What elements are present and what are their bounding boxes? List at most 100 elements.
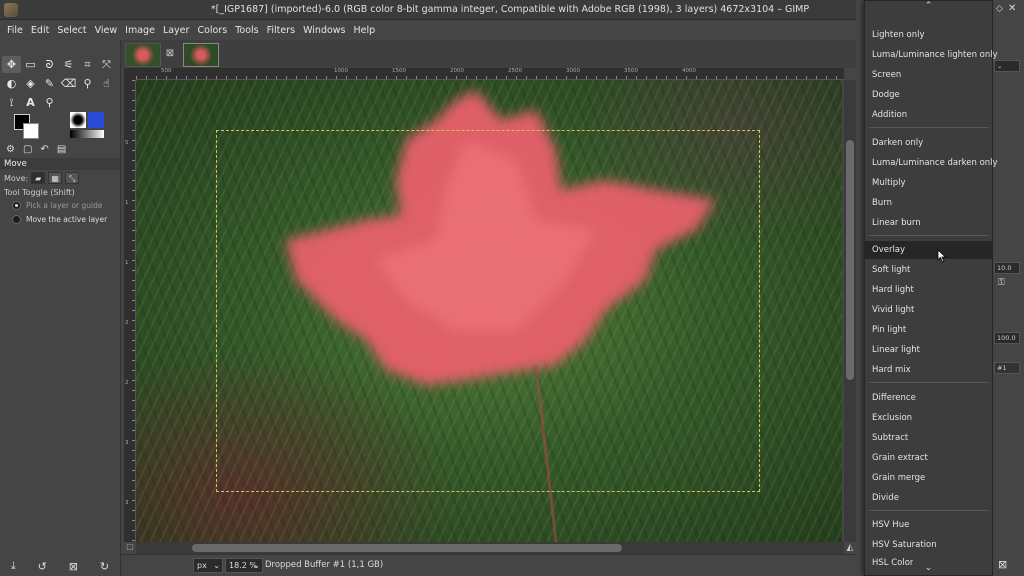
pick-layer-option[interactable]: Pick a layer or guide [12,199,103,211]
menu-layer[interactable]: Layer [159,25,194,36]
lock-icon[interactable]: ⚿ [998,278,1005,288]
background-color[interactable] [23,123,39,139]
menubar: File Edit Select View Image Layer Colors… [0,20,864,40]
fg-bg-colors[interactable] [14,114,44,140]
paths-icon[interactable]: ⟟ [2,94,21,111]
menu-item-screen[interactable]: Screen [872,70,901,80]
ruler-label: 2 [125,380,129,386]
zoom-select[interactable]: 18.2 % ⌄ [225,558,263,573]
tool-options-tab-icon[interactable]: ⚙ [6,144,15,155]
reset-options-icon[interactable]: ↻ [100,560,109,573]
clone-icon[interactable]: ⚲ [78,75,97,92]
dock-close-icon[interactable]: ✕ [1008,3,1016,14]
menu-item-divide[interactable]: Divide [872,493,899,503]
menu-select[interactable]: Select [53,25,90,36]
dock-menu-icon[interactable]: ◇ [996,4,1003,14]
menu-item-luma-darken[interactable]: Luma/Luminance darken only [872,158,998,168]
move-icon[interactable]: ✥ [2,56,21,73]
menu-item-lighten-only[interactable]: Lighten only [872,30,925,40]
warp-icon[interactable]: ◐ [2,75,21,92]
menu-item-dodge[interactable]: Dodge [872,90,900,100]
delete-icon[interactable]: ⊠ [998,558,1007,571]
menu-item-hard-light[interactable]: Hard light [872,285,914,295]
paintbrush-icon[interactable]: ✎ [40,75,59,92]
menu-item-burn[interactable]: Burn [872,198,892,208]
menu-colors[interactable]: Colors [193,25,231,36]
brush-preview[interactable] [70,112,86,128]
horizontal-scrollbar[interactable] [136,542,844,554]
horizontal-ruler[interactable]: 500 1000 1500 2000 2500 3000 3500 4000 [136,68,844,80]
menu-item-addition[interactable]: Addition [872,110,907,120]
menu-item-multiply[interactable]: Multiply [872,178,906,188]
vertical-ruler[interactable]: 5 1 1 2 2 3 3 [124,80,136,542]
image-canvas[interactable] [136,80,842,542]
dock-opacity2-field[interactable]: 100.0 [994,332,1020,344]
unified-transform-icon[interactable]: ⤧ [97,56,116,73]
save-options-icon[interactable]: ⤓ [11,559,16,573]
menu-edit[interactable]: Edit [27,25,53,36]
menu-item-hsv-hue[interactable]: HSV Hue [872,520,909,530]
move-mode-row: Move: ▰ ▦ ⤡ [4,170,80,186]
move-selection-icon[interactable]: ▦ [48,172,63,184]
move-path-icon[interactable]: ⤡ [65,172,80,184]
dock-opacity-field[interactable]: 10.0 [994,262,1020,274]
menu-item-grain-merge[interactable]: Grain merge [872,473,925,483]
navigate-icon[interactable]: ◭ [844,542,856,554]
scroll-up-icon[interactable]: ⌃ [865,1,992,15]
delete-options-icon[interactable]: ⊠ [69,560,78,573]
move-active-layer-option[interactable]: Move the active layer [12,213,107,225]
menu-item-difference[interactable]: Difference [872,393,916,403]
unit-select[interactable]: px ⌄ [193,558,223,573]
images-tab-icon[interactable]: ▤ [57,144,66,155]
move-layer-icon[interactable]: ▰ [31,172,46,184]
dock-mode-select[interactable]: ⌄ [994,60,1020,72]
radio-pick[interactable] [12,200,21,210]
eraser-icon[interactable]: ⌫ [59,75,78,92]
image-tab-thumbnail-active[interactable] [183,43,219,67]
menu-image[interactable]: Image [121,25,159,36]
dock-layer-tag[interactable]: #1 [994,362,1020,374]
lasso-icon[interactable]: ᘐ [40,56,59,73]
restore-options-icon[interactable]: ↺ [38,560,47,573]
rect-select-icon[interactable]: ▭ [21,56,40,73]
undo-history-tab-icon[interactable]: ↶ [40,144,48,155]
menu-tools[interactable]: Tools [231,25,262,36]
gradient-preview[interactable] [70,130,104,138]
ruler-corner[interactable] [124,68,136,80]
menu-item-hard-mix[interactable]: Hard mix [872,365,911,375]
zoom-icon[interactable]: ⚲ [40,94,59,111]
menu-item-darken-only[interactable]: Darken only [872,138,923,148]
crop-icon[interactable]: ⌗ [78,56,97,73]
menu-item-grain-extract[interactable]: Grain extract [872,453,928,463]
image-tab-thumbnail[interactable] [125,43,161,67]
scroll-down-icon[interactable]: ⌄ [865,563,992,576]
device-status-tab-icon[interactable]: ▢ [23,144,32,155]
menu-item-pin-light[interactable]: Pin light [872,325,906,335]
smudge-icon[interactable]: ☝ [97,75,116,92]
menu-item-hsv-saturation[interactable]: HSV Saturation [872,540,937,550]
fuzzy-select-icon[interactable]: ⚟ [59,56,78,73]
menu-item-overlay[interactable]: Overlay [872,245,905,255]
radio-move-active[interactable] [12,214,21,224]
menu-item-vivid-light[interactable]: Vivid light [872,305,914,315]
chevron-down-icon: ⌄ [213,561,220,570]
menu-item-exclusion[interactable]: Exclusion [872,413,912,423]
horizontal-scroll-thumb[interactable] [192,544,622,552]
menu-item-linear-burn[interactable]: Linear burn [872,218,921,228]
close-icon[interactable]: ⊠ [163,47,177,61]
menu-windows[interactable]: Windows [299,25,349,36]
menu-help[interactable]: Help [350,25,380,36]
menu-item-subtract[interactable]: Subtract [872,433,908,443]
text-icon[interactable]: A [21,94,40,111]
bucket-fill-icon[interactable]: ◈ [21,75,40,92]
menu-view[interactable]: View [91,25,122,36]
pattern-preview[interactable] [88,112,104,128]
quick-mask-icon[interactable]: ▢ [124,542,136,554]
menu-item-soft-light[interactable]: Soft light [872,265,910,275]
menu-file[interactable]: File [3,25,27,36]
menu-filters[interactable]: Filters [263,25,299,36]
menu-item-linear-light[interactable]: Linear light [872,345,920,355]
vertical-scroll-thumb[interactable] [846,140,854,380]
menu-item-luma-lighten[interactable]: Luma/Luminance lighten only [872,50,998,60]
vertical-scrollbar[interactable] [844,80,856,542]
